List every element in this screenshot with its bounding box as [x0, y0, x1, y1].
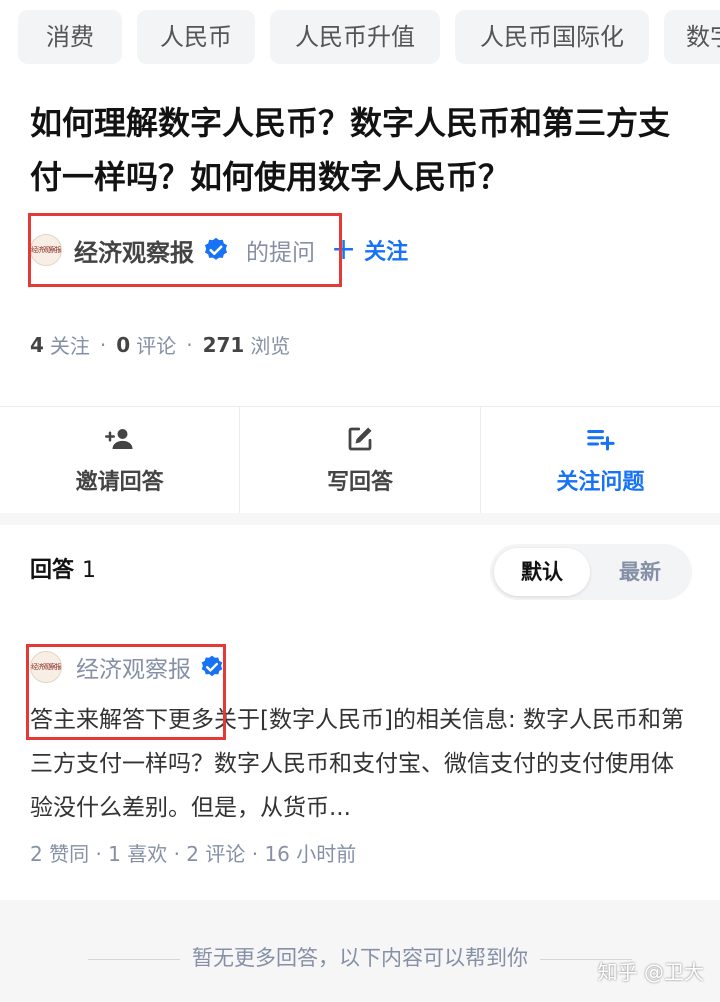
- edit-icon: [348, 427, 372, 451]
- section-gap: [0, 513, 720, 525]
- avatar-logo-text: 经济观察报: [31, 246, 61, 254]
- sort-latest-button[interactable]: 最新: [592, 548, 688, 596]
- stats-separator: ·: [186, 332, 193, 357]
- answer-excerpt[interactable]: 答主来解答下更多关于[数字人民币]的相关信息: 数字人民币和第三方支付一样吗？数…: [30, 698, 690, 830]
- asker-row: 经济观察报 经济观察报 的提问 + 关注: [30, 222, 408, 278]
- follows-label: 关注: [49, 334, 90, 358]
- follow-question-label: 关注问题: [556, 470, 645, 495]
- topic-chip[interactable]: 消费: [18, 10, 122, 64]
- topic-chips: 消费 人民币 人民币升值 人民币国际化 数字: [18, 10, 720, 64]
- stats-separator: ·: [99, 332, 107, 357]
- invite-answer-button[interactable]: 邀请回答: [0, 407, 241, 513]
- views-count: 271: [202, 332, 245, 357]
- asker-name[interactable]: 经济观察报: [74, 233, 194, 268]
- follows-count: 4: [30, 332, 44, 357]
- avatar-logo-text: 经济观察报: [31, 663, 61, 671]
- playlist-add-icon: [587, 430, 615, 451]
- plus-icon: +: [331, 232, 357, 267]
- topic-chip[interactable]: 人民币升值: [270, 10, 440, 64]
- write-answer-button[interactable]: 写回答: [240, 407, 481, 513]
- topic-chip[interactable]: 数字: [664, 10, 720, 64]
- verified-badge-icon: [201, 655, 223, 677]
- sort-default-button[interactable]: 默认: [494, 548, 590, 596]
- answer-author-name[interactable]: 经济观察报: [76, 650, 191, 684]
- question-title: 如何理解数字人民币？数字人民币和第三方支付一样吗？如何使用数字人民币？: [30, 104, 671, 196]
- write-answer-label: 写回答: [326, 470, 393, 495]
- answers-label: 回答: [30, 558, 75, 583]
- invite-user-icon: [104, 429, 133, 449]
- topic-chip[interactable]: 人民币: [137, 10, 255, 64]
- question-stats: 4 关注 · 0 评论 · 271 浏览: [30, 330, 290, 359]
- topic-chip[interactable]: 人民币国际化: [455, 10, 649, 64]
- comments-label[interactable]: 评论: [136, 330, 176, 359]
- answer-meta: 2 赞同 · 1 喜欢 · 2 评论 · 16 小时前: [30, 842, 357, 866]
- answer-author-avatar[interactable]: 经济观察报: [30, 651, 62, 683]
- answers-header: 回答 1: [30, 552, 96, 584]
- asker-avatar[interactable]: 经济观察报: [30, 234, 62, 266]
- follow-question-button[interactable]: 关注问题: [481, 407, 720, 513]
- views-label: 浏览: [250, 334, 291, 358]
- answers-count: 1: [82, 558, 97, 583]
- sort-toggle: 默认 最新: [490, 544, 692, 600]
- follow-label: 关注: [364, 240, 409, 265]
- comments-count: 0: [116, 332, 131, 357]
- asker-suffix: 的提问: [246, 240, 315, 266]
- watermark: 知乎 @卫大: [597, 960, 704, 984]
- invite-answer-label: 邀请回答: [75, 470, 164, 495]
- follow-asker-button[interactable]: + 关注: [331, 234, 408, 266]
- verified-badge-icon: [204, 237, 228, 260]
- answer-author-row: 经济观察报 经济观察报: [30, 650, 225, 684]
- question-action-bar: 邀请回答 写回答 关注问题: [0, 407, 720, 513]
